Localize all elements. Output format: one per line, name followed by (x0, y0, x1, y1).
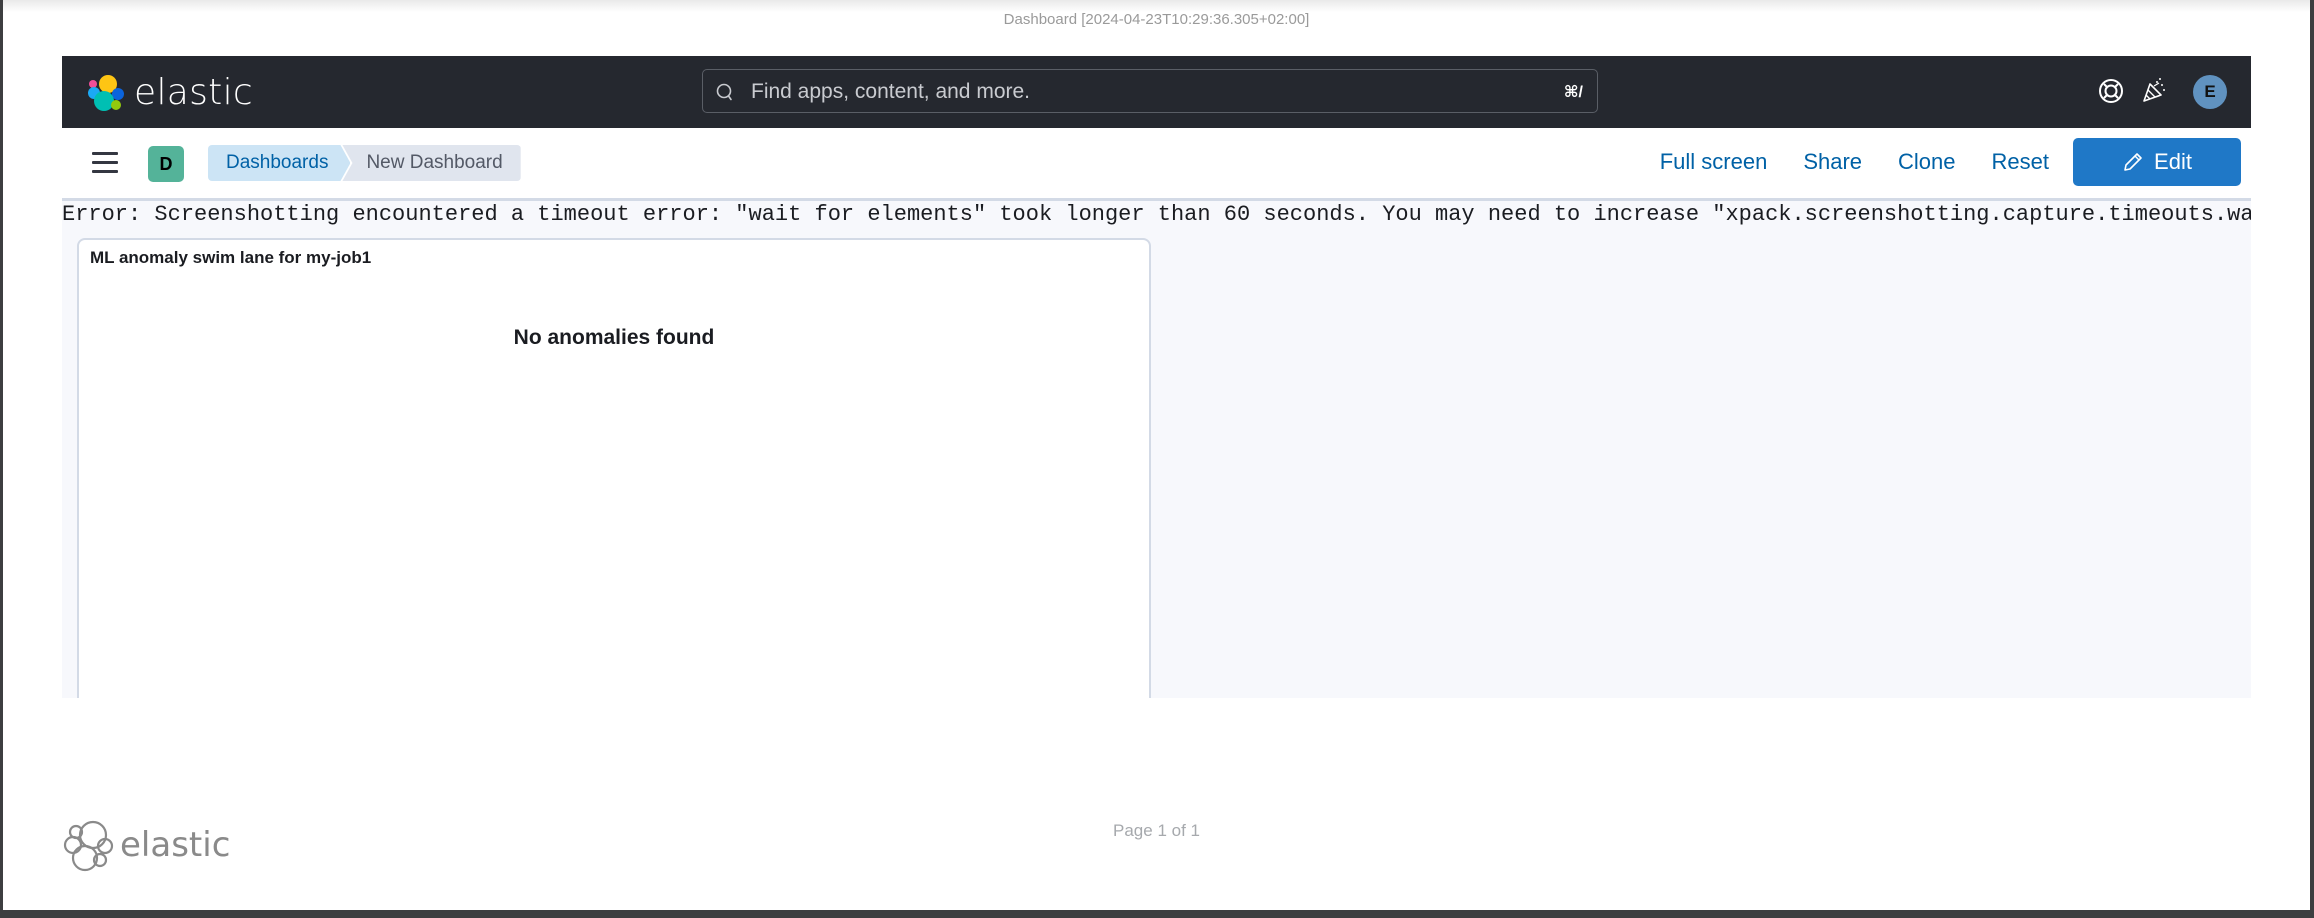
breadcrumb-dashboards[interactable]: Dashboards (208, 145, 350, 181)
dashboard-viewport: Error: Screenshotting encountered a time… (62, 201, 2251, 698)
menu-toggle-button[interactable] (92, 152, 118, 174)
panel-title: ML anomaly swim lane for my-job1 (90, 248, 372, 267)
breadcrumb: Dashboards New Dashboard (208, 145, 521, 181)
elastic-logo[interactable]: elastic (86, 72, 253, 113)
report-page: Dashboard [2024-04-23T10:29:36.305+02:00… (3, 0, 2310, 910)
hamburger-line (92, 161, 118, 164)
screenshot-error-message: Error: Screenshotting encountered a time… (62, 202, 2251, 227)
edit-button-label: Edit (2154, 149, 2192, 174)
page-number: Page 1 of 1 (1113, 821, 1200, 840)
search-input[interactable]: Find apps, content, and more. (751, 80, 1030, 104)
hamburger-icon (92, 152, 118, 155)
global-search[interactable]: Find apps, content, and more. ⌘/ (702, 69, 1598, 113)
brand-name: elastic (134, 72, 253, 113)
app-header: D Dashboards New Dashboard Full screen S… (62, 128, 2251, 201)
full-screen-button[interactable]: Full screen (1660, 149, 1768, 175)
elastic-logo-icon (88, 74, 124, 111)
share-button[interactable]: Share (1803, 149, 1862, 175)
user-avatar[interactable]: E (2193, 75, 2227, 109)
search-shortcut-hint: ⌘/ (1563, 84, 1583, 101)
dashboard-actions: Full screen Share Clone Reset Edit (1660, 138, 2241, 186)
report-title: Dashboard [2024-04-23T10:29:36.305+02:00… (1003, 11, 1310, 28)
clone-button[interactable]: Clone (1898, 149, 1955, 175)
swim-lane-panel[interactable]: ML anomaly swim lane for my-job1 No anom… (77, 238, 1151, 698)
search-icon (716, 83, 732, 101)
top-header: elastic Find apps, content, and more. ⌘/ (62, 56, 2251, 128)
empty-state-message: No anomalies found (513, 326, 715, 349)
breadcrumb-current: New Dashboard (342, 145, 521, 181)
edit-button[interactable]: Edit (2073, 138, 2241, 186)
reset-button[interactable]: Reset (1992, 149, 2049, 175)
help-lifebuoy-icon[interactable] (2096, 76, 2126, 106)
space-avatar[interactable]: D (148, 146, 184, 182)
hamburger-line (92, 170, 118, 173)
pencil-icon (2124, 153, 2142, 171)
whats-new-party-icon[interactable] (2139, 76, 2169, 106)
